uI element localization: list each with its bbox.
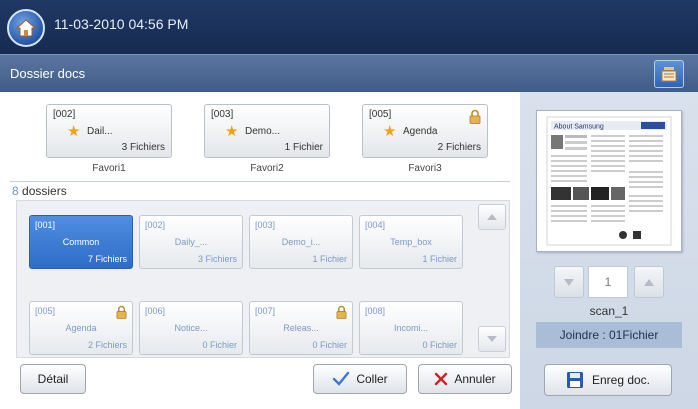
folder-count-label: 7 Fichiers bbox=[87, 254, 127, 264]
favorite-3-label: Favori3 bbox=[408, 163, 442, 174]
checkmark-icon bbox=[333, 371, 350, 386]
title-bar: Dossier docs bbox=[0, 54, 698, 92]
attach-label: Joindre : 01Fichier bbox=[536, 322, 682, 348]
folder-count-label: 0 Fichier bbox=[312, 340, 347, 350]
previous-page-button[interactable] bbox=[554, 266, 584, 298]
favorite-code: [005] bbox=[369, 109, 392, 120]
favorite-name: Agenda bbox=[403, 126, 438, 137]
folder-count-label: 1 Fichier bbox=[312, 254, 347, 264]
folder-name: Releas... bbox=[283, 323, 319, 333]
next-page-button[interactable] bbox=[634, 266, 664, 298]
list-menu-icon bbox=[661, 67, 677, 82]
folder-count-label: 1 Fichier bbox=[422, 254, 457, 264]
folder-code: [001] bbox=[35, 220, 56, 230]
lock-icon bbox=[116, 305, 127, 324]
favorite-name: Dail... bbox=[87, 126, 113, 137]
folder-code: [006] bbox=[145, 306, 166, 316]
folder-grid: [001] Common 7 Fichiers [002] Daily_... … bbox=[16, 200, 510, 358]
favorite-1-button[interactable]: [002] ★ Dail... 3 Fichiers bbox=[46, 104, 172, 158]
scroll-down-button[interactable] bbox=[478, 326, 506, 352]
triangle-up-icon bbox=[644, 278, 654, 286]
folder-name: Notice... bbox=[174, 323, 208, 333]
folder-count: 8 dossiers bbox=[12, 184, 67, 198]
lock-icon bbox=[336, 305, 347, 324]
cancel-button[interactable]: Annuler bbox=[418, 364, 512, 394]
floppy-disk-icon bbox=[566, 372, 583, 388]
folder-tile[interactable]: [001] Common 7 Fichiers bbox=[29, 215, 133, 269]
folder-name: Common bbox=[62, 237, 100, 247]
folder-name: Incomi... bbox=[393, 323, 428, 333]
favorite-code: [003] bbox=[211, 109, 234, 120]
detail-label: Détail bbox=[37, 372, 69, 386]
triangle-down-icon bbox=[564, 278, 574, 286]
star-icon: ★ bbox=[383, 123, 397, 140]
folder-code: [005] bbox=[35, 306, 56, 316]
close-icon bbox=[435, 372, 448, 386]
document-preview[interactable]: About Samsung bbox=[536, 110, 682, 252]
favorite-count: 3 Fichiers bbox=[121, 142, 165, 153]
folder-code: [003] bbox=[255, 220, 276, 230]
preview-panel: About Samsung 1 scan_1 Joindre: 01Fichi… bbox=[520, 92, 698, 409]
folder-count-label: 0 Fichier bbox=[422, 340, 457, 350]
folder-tile[interactable]: [005] Agenda 2 Fichiers bbox=[29, 301, 133, 355]
main-panel: [002] ★ Dail... 3 Fichiers Favori1 [003]… bbox=[0, 92, 520, 409]
scroll-up-button[interactable] bbox=[478, 204, 506, 230]
folder-tile[interactable]: [008] Incomi... 0 Fichier bbox=[359, 301, 463, 355]
folder-tile[interactable]: [002] Daily_... 3 Fichiers bbox=[139, 215, 243, 269]
favorite-count: 1 Fichier bbox=[284, 142, 323, 153]
paste-button[interactable]: Coller bbox=[313, 364, 407, 394]
folder-code: [002] bbox=[145, 220, 166, 230]
folder-count-label: 3 Fichiers bbox=[197, 254, 237, 264]
folder-tile[interactable]: [004] Temp_box 1 Fichier bbox=[359, 215, 463, 269]
preview-doc-title: About Samsung bbox=[554, 124, 604, 131]
save-label: Enreg doc. bbox=[591, 373, 651, 387]
save-document-button[interactable]: Enreg doc. bbox=[544, 364, 672, 396]
favorite-2-label: Favori2 bbox=[250, 163, 284, 174]
datetime: 11-03-2010 04:56 PM bbox=[54, 16, 189, 32]
divider bbox=[10, 181, 510, 182]
star-icon: ★ bbox=[67, 123, 81, 140]
favorite-count: 2 Fichiers bbox=[437, 142, 481, 153]
folder-count-label: 0 Fichier bbox=[202, 340, 237, 350]
favorite-3-button[interactable]: [005] ★ Agenda 2 Fichiers bbox=[362, 104, 488, 158]
paste-label: Coller bbox=[356, 372, 388, 386]
folder-name: Agenda bbox=[65, 323, 97, 333]
status-bar: 11-03-2010 04:56 PM bbox=[0, 0, 698, 54]
home-icon bbox=[15, 19, 37, 37]
favorite-name: Demo... bbox=[245, 126, 281, 137]
folder-name: Temp_box bbox=[390, 237, 432, 247]
cancel-label: Annuler bbox=[454, 372, 496, 386]
folder-name: Demo_i... bbox=[281, 237, 321, 247]
scan-name: scan_1 bbox=[589, 304, 629, 318]
favorite-2-button[interactable]: [003] ★ Demo... 1 Fichier bbox=[204, 104, 330, 158]
folder-tile[interactable]: [007] Releas... 0 Fichier bbox=[249, 301, 353, 355]
detail-button[interactable]: Détail bbox=[20, 364, 86, 394]
folder-name: Daily_... bbox=[174, 237, 208, 247]
favorite-code: [002] bbox=[53, 109, 76, 120]
favorite-1-label: Favori1 bbox=[92, 163, 126, 174]
star-icon: ★ bbox=[225, 123, 239, 140]
folder-code: [007] bbox=[255, 306, 276, 316]
page-number: 1 bbox=[588, 266, 628, 298]
triangle-down-icon bbox=[487, 336, 497, 342]
page-title: Dossier docs bbox=[10, 66, 86, 81]
home-button[interactable] bbox=[7, 9, 45, 47]
folder-tile[interactable]: [003] Demo_i... 1 Fichier bbox=[249, 215, 353, 269]
menu-button[interactable] bbox=[654, 60, 684, 88]
lock-icon bbox=[469, 109, 481, 129]
folder-code: [008] bbox=[365, 306, 386, 316]
triangle-up-icon bbox=[487, 214, 497, 220]
folder-count-label: 2 Fichiers bbox=[87, 340, 127, 350]
folder-code: [004] bbox=[365, 220, 386, 230]
folder-tile[interactable]: [006] Notice... 0 Fichier bbox=[139, 301, 243, 355]
